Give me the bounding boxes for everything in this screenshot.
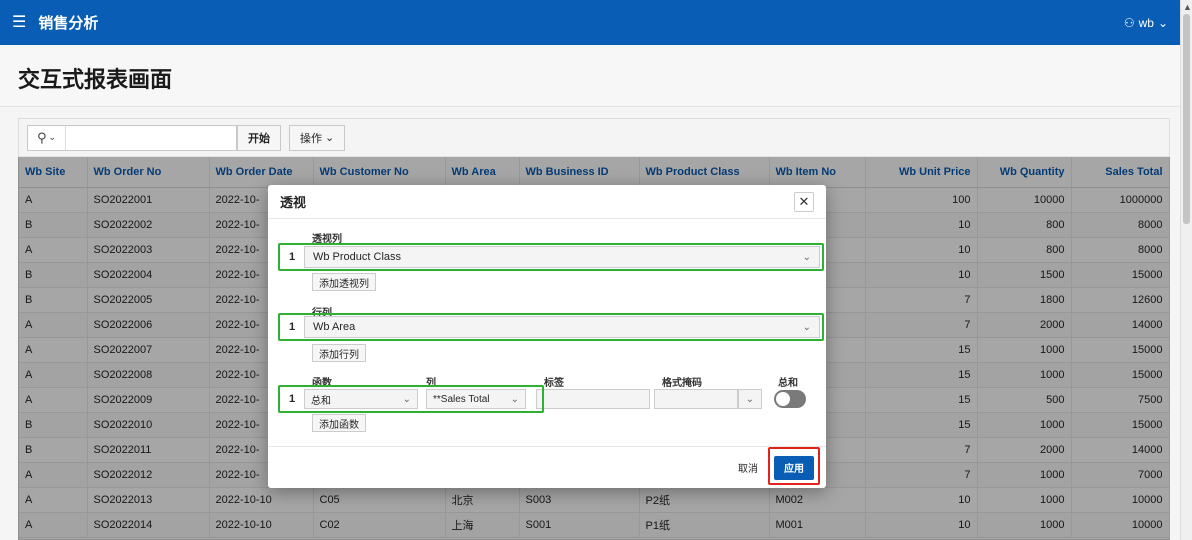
- go-button[interactable]: 开始: [237, 124, 281, 151]
- function-label: 函数: [312, 378, 332, 389]
- actions-label: 操作: [300, 132, 322, 145]
- pivot-dialog: 透视 ✕ 透视列 1 Wb Product Class ⌄ 添加透视列 行列 1…: [268, 185, 826, 488]
- chevron-down-icon: ⌄: [802, 321, 811, 333]
- actions-button[interactable]: 操作 ⌄: [289, 124, 346, 151]
- scrollbar-thumb[interactable]: [1183, 14, 1190, 224]
- function-select[interactable]: 总和 ⌄: [304, 389, 418, 409]
- chevron-down-icon: ⌄: [402, 393, 411, 405]
- function-value: 总和: [311, 395, 331, 407]
- dialog-title: 透视: [280, 195, 307, 210]
- search-input[interactable]: [66, 125, 236, 150]
- row-column-row: 1 Wb Area ⌄: [280, 316, 820, 338]
- row-index: 1: [288, 321, 296, 333]
- column-value: **Sales Total: [433, 393, 490, 405]
- apply-button[interactable]: 应用: [774, 455, 814, 480]
- pivot-column-label: 透视列: [312, 234, 342, 245]
- row-column-select[interactable]: Wb Area ⌄: [304, 316, 820, 338]
- pivot-index: 1: [288, 251, 296, 263]
- pivot-column-value: Wb Product Class: [313, 251, 402, 263]
- search-icon: ⚲: [36, 129, 47, 145]
- search-column-selector[interactable]: ⚲ ⌄: [28, 125, 66, 150]
- pivot-column-select[interactable]: Wb Product Class ⌄: [304, 246, 820, 268]
- format-mask-dropdown[interactable]: ⌄: [738, 389, 762, 409]
- chevron-down-icon: ⌄: [745, 393, 755, 405]
- user-icon: ⚇: [1123, 15, 1135, 30]
- chevron-down-icon: ⌄: [325, 132, 335, 144]
- format-mask-input[interactable]: [654, 389, 738, 409]
- tag-input[interactable]: [536, 389, 650, 409]
- top-bar: ☰ 销售分析 ⚇ wb ⌄: [0, 0, 1180, 45]
- chevron-down-icon: ⌄: [1157, 15, 1168, 30]
- toggle-knob: [776, 392, 790, 406]
- sum-toggle[interactable]: [774, 390, 806, 408]
- row-column-value: Wb Area: [313, 321, 356, 333]
- scroll-up-icon[interactable]: ▲: [1183, 2, 1192, 12]
- dialog-footer: 取消 应用: [268, 446, 826, 488]
- user-name: wb: [1138, 15, 1154, 30]
- add-pivot-column-button[interactable]: 添加透视列: [312, 273, 376, 291]
- chevron-down-icon: ⌄: [802, 251, 811, 263]
- column-select[interactable]: **Sales Total ⌄: [426, 389, 526, 409]
- format-mask-label: 格式掩码: [662, 378, 702, 389]
- chevron-down-icon: ⌄: [510, 393, 519, 405]
- add-row-column-button[interactable]: 添加行列: [312, 344, 366, 362]
- page-title: 交互式报表画面: [18, 67, 173, 92]
- user-menu[interactable]: ⚇ wb ⌄: [1124, 16, 1168, 30]
- chevron-down-icon: ⌄: [48, 132, 57, 142]
- app-title: 销售分析: [38, 15, 99, 32]
- function-index: 1: [288, 393, 296, 405]
- tag-label: 标签: [544, 378, 564, 389]
- menu-icon[interactable]: ☰: [12, 14, 26, 31]
- page-header: [0, 45, 1180, 107]
- cancel-button[interactable]: 取消: [730, 456, 766, 480]
- search-box: ⚲ ⌄: [27, 124, 237, 151]
- report-toolbar: ⚲ ⌄ 开始 操作 ⌄: [19, 119, 1169, 157]
- function-row: 1 总和 ⌄ **Sales Total ⌄ ⌄: [280, 388, 806, 410]
- dialog-header: 透视 ✕: [268, 185, 826, 219]
- pivot-column-row: 1 Wb Product Class ⌄: [280, 246, 820, 268]
- add-function-button[interactable]: 添加函数: [312, 414, 366, 432]
- page-scrollbar[interactable]: ▲: [1180, 0, 1192, 540]
- column-label: 列: [426, 378, 436, 389]
- close-icon[interactable]: ✕: [794, 191, 814, 212]
- sum-label: 总和: [778, 378, 798, 389]
